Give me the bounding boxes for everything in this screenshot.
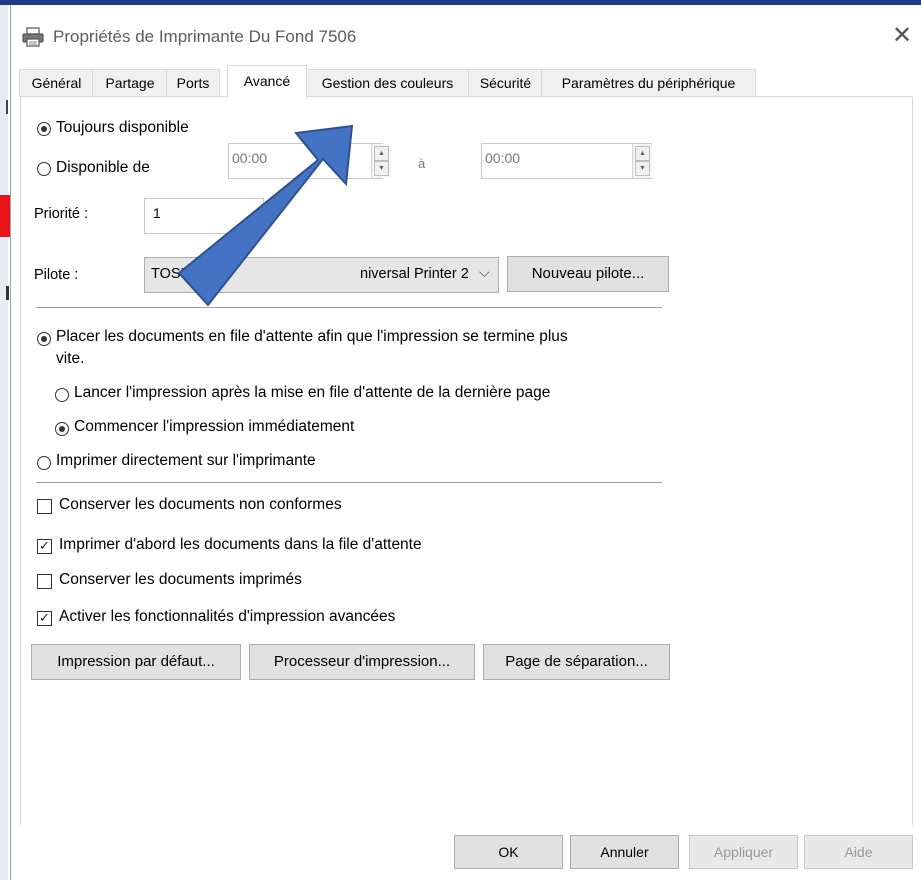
background-red-element (0, 195, 10, 237)
start-after-last-page-radio[interactable] (55, 388, 69, 402)
window-title: Propriétés de Imprimante Du Fond 7506 (53, 27, 357, 46)
background-mark (6, 100, 8, 114)
print-direct-label[interactable]: Imprimer directement sur l'imprimante (56, 452, 316, 470)
start-immediately-label[interactable]: Commencer l'impression immédiatement (74, 418, 354, 436)
tab-general[interactable]: Général (19, 69, 94, 97)
priority-value: 1 (153, 205, 161, 221)
background-window-edge (0, 0, 8, 880)
tab-gestion-couleurs[interactable]: Gestion des couleurs (305, 69, 470, 97)
annotation-arrow-icon (177, 124, 354, 307)
start-immediately-radio[interactable] (55, 422, 69, 436)
cancel-button[interactable]: Annuler (570, 835, 679, 869)
to-time-value: 00:00 (485, 150, 521, 166)
spool-radio[interactable] (37, 332, 51, 346)
printing-defaults-button[interactable]: Impression par défaut... (31, 644, 241, 680)
spool-label-line2: vite. (56, 350, 85, 367)
ok-button[interactable]: OK (454, 835, 563, 869)
enable-advanced-features-label[interactable]: Activer les fonctionnalités d'impression… (59, 608, 395, 626)
spin-down-icon[interactable]: ▼ (635, 161, 650, 176)
close-icon[interactable]: ✕ (887, 21, 917, 51)
new-driver-button[interactable]: Nouveau pilote... (507, 256, 669, 292)
title-bar: Propriétés de Imprimante Du Fond 7506 ✕ (11, 5, 921, 65)
always-available-label[interactable]: Toujours disponible (56, 119, 189, 137)
enable-advanced-features-checkbox[interactable]: ✓ (37, 611, 52, 626)
available-from-label[interactable]: Disponible de (56, 159, 150, 177)
print-spooled-first-checkbox[interactable]: ✓ (37, 539, 52, 554)
tab-parametres-peripherique[interactable]: Paramètres du périphérique (541, 69, 756, 97)
apply-button[interactable]: Appliquer (689, 835, 798, 869)
background-mark (6, 286, 9, 300)
separator-page-button[interactable]: Page de séparation... (483, 644, 670, 680)
available-from-radio[interactable] (37, 162, 51, 176)
to-label: à (418, 156, 426, 171)
tab-securite[interactable]: Sécurité (468, 69, 543, 97)
tab-partage[interactable]: Partage (92, 69, 168, 97)
help-button[interactable]: Aide (804, 835, 913, 869)
separator (36, 482, 662, 483)
print-direct-radio[interactable] (37, 456, 51, 470)
print-processor-button[interactable]: Processeur d'impression... (249, 644, 475, 680)
tab-ports[interactable]: Ports (166, 69, 220, 97)
spin-up-icon[interactable]: ▲ (635, 146, 650, 161)
to-time-input[interactable]: 00:00 (481, 143, 652, 179)
to-time-spinner[interactable]: ▲ ▼ (632, 144, 652, 178)
keep-mismatched-checkbox[interactable] (37, 499, 52, 514)
print-spooled-first-label[interactable]: Imprimer d'abord les documents dans la f… (59, 536, 422, 554)
tab-avance[interactable]: Avancé (227, 65, 307, 99)
start-after-last-page-label[interactable]: Lancer l'impression après la mise en fil… (74, 384, 550, 402)
chevron-down-icon: ⌵ (479, 264, 490, 280)
driver-label: Pilote : (34, 267, 79, 283)
spool-label-line1[interactable]: Placer les documents en file d'attente a… (56, 328, 568, 346)
keep-printed-label[interactable]: Conserver les documents imprimés (59, 571, 302, 589)
keep-printed-checkbox[interactable] (37, 574, 52, 589)
printer-properties-dialog: Propriétés de Imprimante Du Fond 7506 ✕ … (10, 5, 921, 880)
printer-icon (22, 27, 44, 47)
always-available-radio[interactable] (37, 122, 51, 136)
keep-mismatched-label[interactable]: Conserver les documents non conformes (59, 496, 342, 514)
priority-label: Priorité : (34, 206, 88, 222)
